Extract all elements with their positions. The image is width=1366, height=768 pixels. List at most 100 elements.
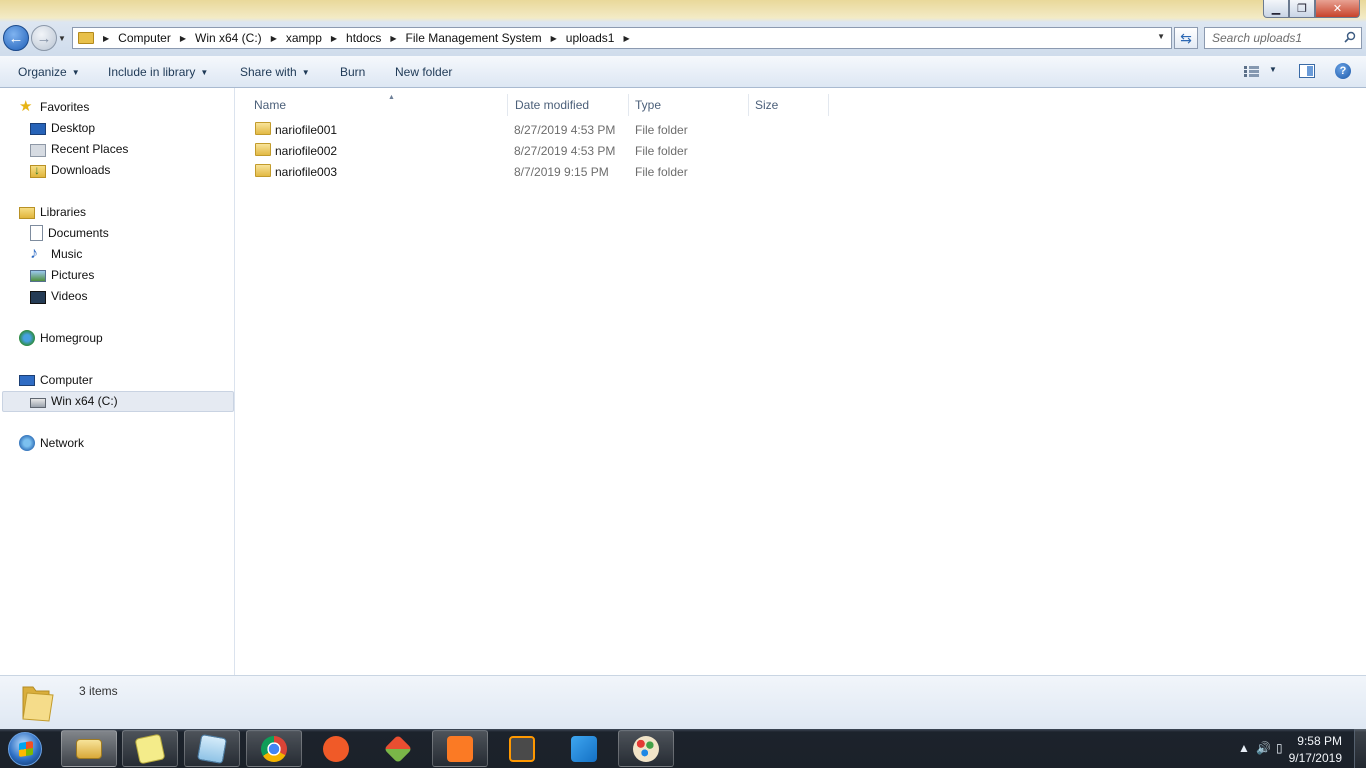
nav-network-label: Network <box>40 436 85 450</box>
chrome-icon <box>261 735 287 762</box>
file-date: 8/27/2019 4:53 PM <box>514 123 616 137</box>
taskbar-chrome[interactable] <box>246 730 302 767</box>
breadcrumb-computer[interactable]: Computer <box>118 31 171 45</box>
file-row[interactable]: nariofile002 8/27/2019 4:53 PM File fold… <box>236 140 836 161</box>
caret-down-icon: ▼ <box>71 68 80 77</box>
nav-computer-label: Computer <box>40 373 93 387</box>
computer-icon <box>19 375 35 386</box>
file-row[interactable]: nariofile001 8/27/2019 4:53 PM File fold… <box>236 119 836 140</box>
nav-desktop[interactable]: Desktop <box>30 118 95 138</box>
nav-favorites[interactable]: ★ Favorites <box>19 97 89 117</box>
refresh-icon: ⇆ <box>1180 29 1192 46</box>
file-date: 8/7/2019 9:15 PM <box>514 165 609 179</box>
taskbar-paint[interactable] <box>618 730 674 767</box>
search-icon[interactable] <box>1344 31 1356 43</box>
nav-pictures[interactable]: Pictures <box>30 265 94 285</box>
chevron-right-icon[interactable]: ▶ <box>390 34 396 43</box>
details-pane: 3 items <box>0 675 1366 729</box>
column-header-size[interactable]: Size <box>749 94 829 116</box>
drive-icon <box>30 398 46 408</box>
nav-drive-label: Win x64 (C:) <box>51 394 118 408</box>
taskbar-sublime-text[interactable] <box>494 730 550 767</box>
libraries-icon <box>19 207 35 219</box>
chevron-right-icon[interactable]: ▶ <box>623 34 629 43</box>
change-view-icon[interactable] <box>1244 66 1259 77</box>
file-type: File folder <box>635 144 688 158</box>
maximize-button[interactable]: ❐ <box>1289 0 1315 18</box>
folder-icon <box>255 122 271 135</box>
back-button[interactable]: ← <box>3 25 29 51</box>
refresh-button[interactable]: ⇆ <box>1174 27 1198 49</box>
show-hidden-icons-icon[interactable]: ▲ <box>1238 741 1250 755</box>
clock[interactable]: 9:58 PM 9/17/2019 <box>1289 733 1342 767</box>
nav-recent-places[interactable]: Recent Places <box>30 139 128 159</box>
nav-libraries-label: Libraries <box>40 205 87 219</box>
recent-places-icon <box>30 143 46 157</box>
sublime-text-icon <box>509 735 535 762</box>
taskbar-explorer[interactable] <box>61 730 117 767</box>
search-box[interactable] <box>1204 27 1362 49</box>
nav-libraries[interactable]: Libraries <box>19 202 86 222</box>
breadcrumb-drive[interactable]: Win x64 (C:) <box>195 31 262 45</box>
forward-button[interactable]: → <box>31 25 57 51</box>
preview-pane-icon[interactable] <box>1299 64 1315 78</box>
downloads-icon <box>30 163 46 178</box>
address-bar[interactable]: ▶ Computer ▶ Win x64 (C:) ▶ xampp ▶ htdo… <box>72 27 1172 49</box>
column-header-type[interactable]: Type <box>629 94 749 116</box>
taskbar: ▲ 🔊 ▯ 9:58 PM 9/17/2019 <box>0 729 1366 768</box>
taskbar-xampp[interactable] <box>432 730 488 767</box>
share-with-label: Share with <box>240 65 297 79</box>
taskbar-notepad[interactable] <box>184 730 240 767</box>
organize-menu[interactable]: Organize ▼ <box>18 65 80 79</box>
notepad-icon <box>196 733 228 764</box>
close-button[interactable]: ✕ <box>1315 0 1360 18</box>
nav-documents[interactable]: Documents <box>30 223 109 243</box>
chevron-right-icon[interactable]: ▶ <box>331 34 337 43</box>
chevron-right-icon[interactable]: ▶ <box>180 34 186 43</box>
breadcrumb-uploads1[interactable]: uploads1 <box>566 31 615 45</box>
caret-down-icon: ▼ <box>200 68 209 77</box>
clock-date: 9/17/2019 <box>1288 751 1342 765</box>
nav-downloads-label: Downloads <box>51 163 111 177</box>
nav-computer[interactable]: Computer <box>19 370 93 390</box>
burn-button[interactable]: Burn <box>340 65 365 79</box>
help-icon[interactable]: ? <box>1335 63 1351 79</box>
chevron-right-icon[interactable]: ▶ <box>551 34 557 43</box>
search-input[interactable] <box>1205 28 1335 48</box>
nav-music[interactable]: ♪ Music <box>30 244 82 264</box>
nav-downloads[interactable]: Downloads <box>30 160 110 180</box>
column-type-label: Type <box>635 98 662 112</box>
clock-time: 9:58 PM <box>1297 734 1342 748</box>
taskbar-sticky-notes[interactable] <box>122 730 178 767</box>
share-with-menu[interactable]: Share with ▼ <box>240 65 310 79</box>
taskbar-vscode[interactable] <box>556 730 612 767</box>
view-options-dropdown[interactable]: ▼ <box>1269 65 1277 74</box>
chevron-right-icon[interactable]: ▶ <box>271 34 277 43</box>
start-button[interactable] <box>4 729 46 768</box>
battery-icon[interactable]: ▯ <box>1276 741 1283 755</box>
nav-favorites-label: Favorites <box>40 100 90 114</box>
file-row[interactable]: nariofile003 8/7/2019 9:15 PM File folde… <box>236 161 836 182</box>
breadcrumb-xampp[interactable]: xampp <box>286 31 322 45</box>
include-in-library-menu[interactable]: Include in library ▼ <box>108 65 208 79</box>
nav-homegroup[interactable]: Homegroup <box>19 328 103 348</box>
breadcrumb-file-management-system[interactable]: File Management System <box>406 31 542 45</box>
taskbar-pen-tool[interactable] <box>308 730 364 767</box>
breadcrumb-htdocs[interactable]: htdocs <box>346 31 381 45</box>
new-folder-button[interactable]: New folder <box>395 65 452 79</box>
taskbar-git[interactable] <box>370 730 426 767</box>
recent-pages-dropdown[interactable]: ▼ <box>58 34 66 43</box>
navigation-pane: ★ Favorites Desktop Recent Places Downloa… <box>0 88 235 675</box>
minimize-button[interactable]: ▁ <box>1263 0 1289 18</box>
nav-network[interactable]: Network <box>19 433 84 453</box>
nav-drive-c[interactable]: Win x64 (C:) <box>30 391 118 411</box>
arrow-right-icon: → <box>36 29 52 47</box>
column-header-name[interactable]: Name ▲ <box>248 94 508 116</box>
show-desktop-button[interactable] <box>1354 729 1366 768</box>
caret-down-icon: ▼ <box>301 68 310 77</box>
volume-icon[interactable]: 🔊 <box>1256 741 1271 755</box>
column-header-date-modified[interactable]: Date modified <box>509 94 629 116</box>
address-history-dropdown[interactable]: ▼ <box>1157 32 1165 41</box>
chevron-right-icon[interactable]: ▶ <box>103 34 109 43</box>
nav-videos[interactable]: Videos <box>30 286 87 306</box>
